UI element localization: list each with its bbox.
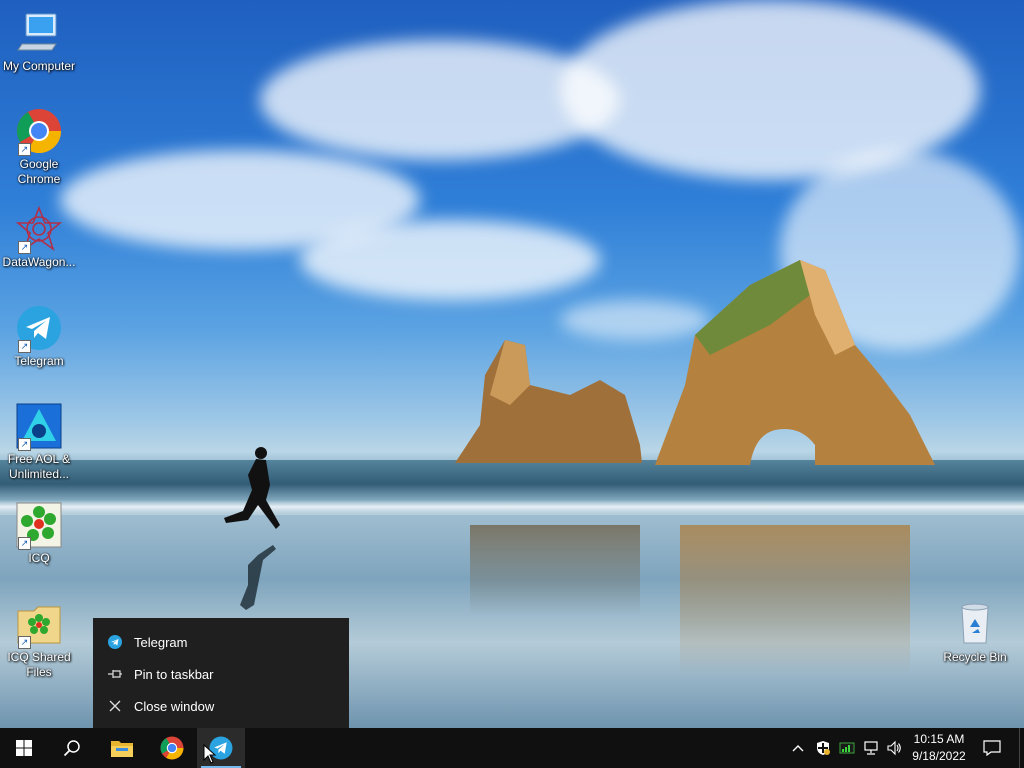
volume-icon — [887, 740, 901, 756]
show-desktop-button[interactable] — [1019, 728, 1024, 768]
shortcut-arrow-icon: ↗ — [18, 636, 31, 649]
mouse-cursor-icon — [203, 744, 217, 764]
telegram-taskbar-button[interactable] — [197, 728, 245, 768]
chrome-icon — [160, 736, 184, 760]
chrome-taskbar-button[interactable] — [148, 728, 196, 768]
desktop-icon-google-chrome[interactable]: ↗ Google Chrome — [1, 108, 77, 187]
action-center-button[interactable] — [978, 728, 1006, 768]
desktop-icon-label: Google Chrome — [17, 157, 61, 186]
file-explorer-button[interactable] — [98, 728, 146, 768]
desktop-icon-label: ICQ — [28, 551, 50, 565]
taskbar: 10:15 AM 9/18/2022 — [0, 728, 1024, 768]
show-hidden-icons-button[interactable] — [788, 728, 808, 768]
desktop-icon-label: My Computer — [2, 59, 76, 73]
telegram-icon — [107, 634, 123, 650]
start-button[interactable] — [0, 728, 48, 768]
clock-time: 10:15 AM — [913, 732, 965, 746]
search-icon — [63, 740, 80, 757]
shortcut-arrow-icon: ↗ — [18, 143, 31, 156]
desktop-icon-icq[interactable]: ↗ ICQ — [1, 502, 77, 566]
jump-item-telegram[interactable]: Telegram — [93, 626, 349, 658]
desktop-icon-free-aol[interactable]: ↗ Free AOL & Unlimited... — [1, 403, 77, 482]
taskbar-clock[interactable]: 10:15 AM 9/18/2022 — [904, 728, 974, 768]
pro-badge-icon — [839, 742, 855, 754]
network-icon — [864, 741, 878, 755]
jump-item-label: Close window — [134, 698, 215, 714]
desktop-icon-label: Recycle Bin — [943, 650, 1007, 664]
telegram-jump-list: Telegram Pin to taskbar Close window — [93, 618, 349, 728]
jump-item-label: Telegram — [134, 634, 188, 650]
close-icon — [107, 698, 123, 714]
chevron-up-icon — [792, 745, 804, 752]
clock-date: 9/18/2022 — [912, 749, 966, 763]
runner-silhouette — [224, 447, 280, 610]
shortcut-arrow-icon: ↗ — [18, 241, 31, 254]
shortcut-arrow-icon: ↗ — [18, 537, 31, 550]
network-tray-icon[interactable] — [860, 728, 882, 768]
volume-tray-icon[interactable] — [883, 728, 905, 768]
desktop-icon-label: ICQ Shared Files — [7, 650, 71, 679]
windows-logo-icon — [16, 740, 32, 756]
desktop-icon-label: Telegram — [14, 354, 64, 368]
shortcut-arrow-icon: ↗ — [18, 438, 31, 451]
desktop-icon-my-computer[interactable]: My Computer — [1, 10, 77, 74]
jump-item-close-window[interactable]: Close window — [93, 690, 349, 722]
pin-icon — [107, 666, 123, 682]
action-center-icon — [983, 740, 1001, 756]
desktop-icon-recycle-bin[interactable]: Recycle Bin — [937, 601, 1013, 665]
pro-tray-icon[interactable] — [836, 728, 858, 768]
computer-icon — [17, 13, 57, 51]
recycle-bin-icon — [961, 603, 989, 644]
search-button[interactable] — [48, 728, 96, 768]
small-rock — [455, 340, 642, 463]
security-tray-icon[interactable] — [812, 728, 834, 768]
arch-rock — [655, 260, 935, 465]
security-icon — [817, 741, 830, 755]
desktop-icon-datawagon[interactable]: ↗ DataWagon... — [1, 205, 77, 270]
shortcut-arrow-icon: ↗ — [18, 340, 31, 353]
desktop-icon-telegram[interactable]: ↗ Telegram — [1, 305, 77, 369]
folder-icon — [111, 741, 133, 757]
wave-foam — [0, 500, 1024, 514]
desktop-icon-icq-shared-files[interactable]: ↗ ICQ Shared Files — [1, 601, 77, 680]
desktop-icon-label: DataWagon... — [2, 255, 76, 269]
desktop-icon-label: Free AOL & Unlimited... — [7, 452, 71, 481]
jump-item-label: Pin to taskbar — [134, 666, 214, 682]
jump-item-pin-to-taskbar[interactable]: Pin to taskbar — [93, 658, 349, 690]
